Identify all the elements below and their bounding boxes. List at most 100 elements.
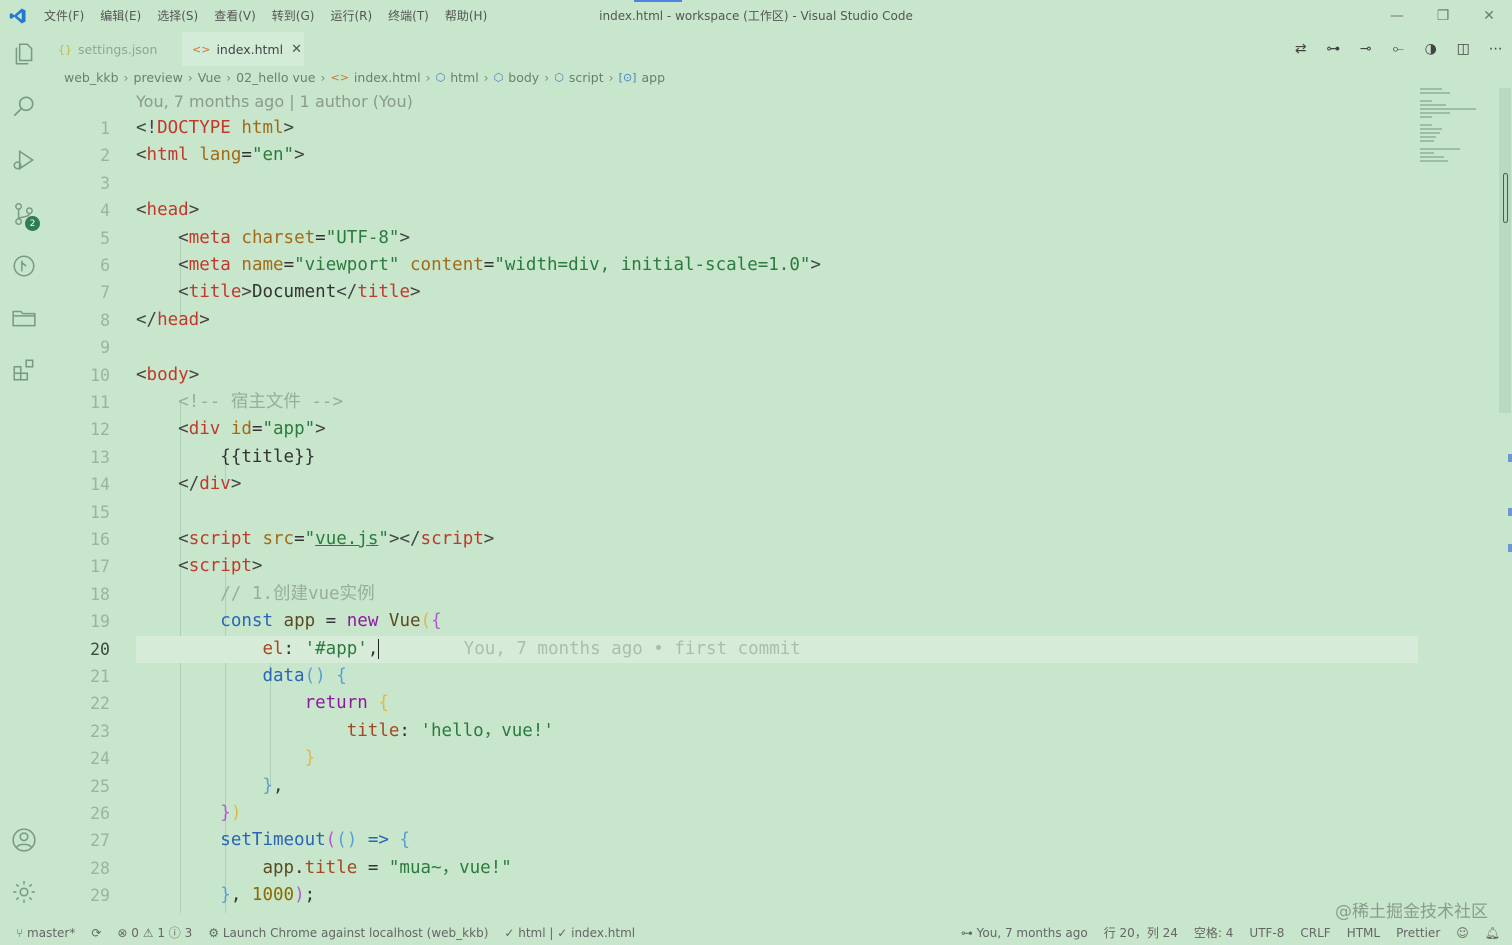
breadcrumb-item[interactable]: Vue bbox=[198, 70, 221, 85]
code-line[interactable]: 27 setTimeout(() => { bbox=[48, 827, 1418, 854]
previous-change-icon[interactable]: ⊸ bbox=[1350, 32, 1383, 66]
code-line[interactable]: 22 return { bbox=[48, 690, 1418, 717]
next-change-icon[interactable]: ⟜ bbox=[1382, 32, 1415, 66]
git-commit-icon[interactable]: ⊶ bbox=[1317, 32, 1350, 66]
code-line[interactable]: 12 <div id="app"> bbox=[48, 416, 1418, 443]
vertical-scrollbar[interactable] bbox=[1498, 88, 1512, 913]
tab-settings-json[interactable]: {} settings.json bbox=[48, 32, 180, 66]
watermark: @稀土掘金技术社区 bbox=[1335, 902, 1488, 922]
code-line[interactable]: 10 <body> bbox=[48, 362, 1418, 389]
settings-gear-icon[interactable] bbox=[0, 870, 48, 914]
code-line[interactable]: 13 {{title}} bbox=[48, 444, 1418, 471]
breadcrumb-item[interactable]: body bbox=[508, 70, 539, 85]
code-line[interactable]: 14 </div> bbox=[48, 471, 1418, 498]
indentation[interactable]: 空格: 4 bbox=[1186, 924, 1242, 941]
line-number: 1 bbox=[100, 119, 110, 138]
codelens-blame[interactable]: You, 7 months ago | 1 author (You) bbox=[136, 92, 413, 111]
more-actions-icon[interactable]: ⋯ bbox=[1480, 32, 1512, 66]
code-line[interactable]: 15 bbox=[48, 499, 1418, 526]
line-number: 19 bbox=[90, 612, 110, 632]
formatter[interactable]: Prettier bbox=[1388, 926, 1448, 940]
split-editor-icon[interactable]: ◫ bbox=[1447, 32, 1480, 66]
code-line[interactable]: 1 <!DOCTYPE html> bbox=[48, 115, 1418, 142]
code-line[interactable]: 20 el: '#app', You, 7 months ago • first… bbox=[48, 635, 1418, 663]
line-number: 26 bbox=[90, 804, 110, 823]
menu-selection[interactable]: 选择(S) bbox=[149, 0, 206, 32]
code-line[interactable]: 18 // 1.创建vue实例 bbox=[48, 581, 1418, 608]
code-line[interactable]: 28 app.title = "mua~，vue!" bbox=[48, 855, 1418, 882]
feedback-icon[interactable]: ☺ bbox=[1448, 926, 1477, 940]
git-blame-status[interactable]: ⊶ You, 7 months ago bbox=[953, 926, 1096, 940]
sync-icon[interactable]: ⟳ bbox=[83, 926, 109, 940]
code-editor[interactable]: You, 7 months ago | 1 author (You) 1 <!DO… bbox=[48, 88, 1498, 913]
code-line[interactable]: 19 const app = new Vue({ bbox=[48, 608, 1418, 635]
code-line[interactable]: 21 data() { bbox=[48, 663, 1418, 690]
code-line[interactable]: 8 </head> bbox=[48, 307, 1418, 334]
encoding[interactable]: UTF-8 bbox=[1241, 926, 1292, 940]
menu-go[interactable]: 转到(G) bbox=[264, 0, 323, 32]
run-debug-icon[interactable] bbox=[0, 138, 48, 182]
extensions-icon[interactable] bbox=[0, 348, 48, 392]
breadcrumb-item[interactable]: app bbox=[641, 70, 665, 85]
launch-config[interactable]: ⚙ Launch Chrome against localhost (web_k… bbox=[200, 926, 496, 940]
scrollbar-thumb[interactable] bbox=[1499, 88, 1511, 413]
folder-icon[interactable] bbox=[0, 296, 48, 340]
breadcrumb-item[interactable]: html bbox=[450, 70, 478, 85]
close-tab-icon[interactable]: ✕ bbox=[291, 42, 302, 57]
notifications-icon[interactable]: 🔔︎ bbox=[1477, 926, 1508, 940]
branch-indicator[interactable]: ⑂ master* bbox=[8, 926, 83, 940]
code-line[interactable]: 11 <!-- 宿主文件 --> bbox=[48, 389, 1418, 416]
menu-run[interactable]: 运行(R) bbox=[322, 0, 380, 32]
tab-index-html[interactable]: <> index.html ✕ bbox=[182, 32, 304, 66]
code-line[interactable]: 24 } bbox=[48, 745, 1418, 772]
toggle-blame-icon[interactable]: ◑ bbox=[1415, 32, 1448, 66]
code-line[interactable]: 9 bbox=[48, 334, 1418, 361]
code-line[interactable]: 7 <title>Document</title> bbox=[48, 279, 1418, 306]
minimize-icon[interactable]: — bbox=[1374, 0, 1420, 32]
minimap[interactable] bbox=[1420, 88, 1498, 168]
restore-icon[interactable]: ❐ bbox=[1420, 0, 1466, 32]
variable-icon: [⊙] bbox=[618, 70, 637, 84]
status-bar: ⑂ master* ⟳ ⊗ 0 ⚠ 1 ⓘ 3 ⚙ Launch Chrome … bbox=[0, 920, 1512, 945]
git-history-icon[interactable] bbox=[0, 244, 48, 288]
code-line[interactable]: 5 <meta charset="UTF-8"> bbox=[48, 225, 1418, 252]
breadcrumb-item[interactable]: web_kkb bbox=[64, 70, 119, 85]
menu-view[interactable]: 查看(V) bbox=[206, 0, 264, 32]
explorer-icon[interactable] bbox=[0, 32, 48, 76]
breadcrumb-item[interactable]: index.html bbox=[354, 70, 421, 85]
source-control-icon[interactable]: 2 bbox=[0, 192, 48, 236]
code-line[interactable]: 25 }, bbox=[48, 773, 1418, 800]
menu-terminal[interactable]: 终端(T) bbox=[380, 0, 437, 32]
code-line[interactable]: 6 <meta name="viewport" content="width=d… bbox=[48, 252, 1418, 279]
code-line[interactable]: 29 }, 1000); bbox=[48, 882, 1418, 909]
account-icon[interactable] bbox=[0, 818, 48, 862]
breadcrumb-item[interactable]: preview bbox=[134, 70, 183, 85]
line-number: 5 bbox=[100, 228, 110, 248]
cursor-position[interactable]: 行 20，列 24 bbox=[1096, 924, 1186, 941]
code-text: <!-- 宿主文件 --> bbox=[178, 392, 343, 412]
menu-edit[interactable]: 编辑(E) bbox=[92, 0, 149, 32]
problems-indicator[interactable]: ⊗ 0 ⚠ 1 ⓘ 3 bbox=[109, 924, 200, 941]
menu-file[interactable]: 文件(F) bbox=[36, 0, 92, 32]
code-text: </head> bbox=[136, 309, 210, 330]
code-text: }) bbox=[220, 803, 242, 823]
lint-status[interactable]: ✓ html | ✓ index.html bbox=[496, 926, 643, 940]
search-icon[interactable] bbox=[0, 84, 48, 128]
code-line[interactable]: 26 }) bbox=[48, 800, 1418, 827]
breadcrumb-item[interactable]: 02_hello vue bbox=[236, 70, 315, 85]
code-line[interactable]: 2 <html lang="en"> bbox=[48, 142, 1418, 169]
line-number: 23 bbox=[90, 721, 110, 741]
code-line[interactable]: 17 <script> bbox=[48, 553, 1418, 580]
code-line[interactable]: 4 <head> bbox=[48, 197, 1418, 224]
code-line[interactable]: 16 <script src="vue.js"></script> bbox=[48, 526, 1418, 553]
code-line[interactable]: 30 bbox=[48, 910, 1418, 913]
language-mode[interactable]: HTML bbox=[1339, 926, 1388, 940]
close-window-icon[interactable]: ✕ bbox=[1466, 0, 1512, 32]
breadcrumb-item[interactable]: script bbox=[569, 70, 604, 85]
code-text: <meta charset="UTF-8"> bbox=[178, 227, 411, 248]
code-line[interactable]: 23 title: 'hello，vue!' bbox=[48, 718, 1418, 745]
code-line[interactable]: 3 bbox=[48, 170, 1418, 197]
menu-help[interactable]: 帮助(H) bbox=[437, 0, 495, 32]
line-ending[interactable]: CRLF bbox=[1292, 926, 1338, 940]
compare-changes-icon[interactable]: ⇄ bbox=[1285, 32, 1318, 66]
